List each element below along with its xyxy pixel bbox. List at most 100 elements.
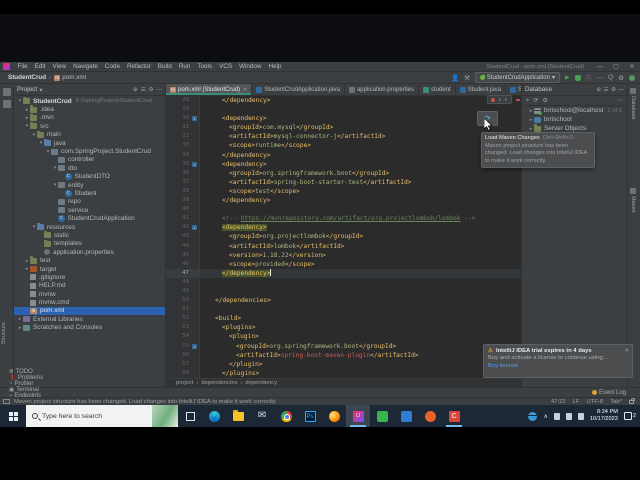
close-icon[interactable]: ✕ [624, 63, 640, 70]
code-line[interactable]: 52<build> [166, 314, 521, 323]
buy-license-link[interactable]: Buy license [488, 363, 628, 369]
close-tab-icon[interactable]: ✕ [243, 87, 247, 93]
tree-row[interactable]: ▾StudentCrudE:\SpringProject\StudentCrud [14, 97, 166, 105]
tool-window-switcher-icon[interactable] [3, 399, 10, 404]
maven-download-icon[interactable]: ↓ [192, 225, 197, 230]
search-everywhere-icon[interactable]: Q [608, 74, 613, 81]
code-line[interactable]: 30↓<dependency> [166, 114, 521, 123]
build-hammer-icon[interactable]: ⚒ [464, 74, 470, 82]
code-line[interactable]: 45<version>1.18.22</version> [166, 251, 521, 260]
more-actions-icon[interactable]: ⋯ [597, 74, 604, 82]
network-icon[interactable] [528, 412, 537, 421]
mail-taskbar-button[interactable]: ✉ [250, 405, 274, 427]
editor-tab[interactable]: Student.java [456, 84, 506, 95]
code-line[interactable]: 49 [166, 287, 521, 296]
settings-gear-icon[interactable]: ⚙ [618, 74, 624, 82]
hide-panel-icon[interactable]: — [157, 87, 163, 93]
code-line[interactable]: 57</plugin> [166, 360, 521, 369]
project-panel-title[interactable]: Project [17, 86, 37, 93]
code-viewport[interactable]: 28</dependency>2930↓<dependency>31<group… [166, 96, 521, 378]
panel-settings-icon[interactable]: ⚙ [611, 87, 616, 93]
tree-row[interactable]: CStudentDTO [14, 173, 166, 181]
run-configuration-select[interactable]: StudentCrudApplication ▾ [475, 72, 560, 83]
tree-row[interactable]: ▾entity [14, 181, 166, 189]
error-stripe-mark[interactable] [516, 99, 520, 101]
caret-position[interactable]: 47:22 [551, 399, 566, 405]
editor-breadcrumb-item[interactable]: dependency [245, 380, 277, 386]
tree-row[interactable]: mvnw.cmd [14, 298, 166, 306]
chevron-down-icon[interactable]: ▾ [39, 86, 42, 94]
edge-taskbar-button[interactable] [202, 405, 226, 427]
code-line[interactable]: 55↓<groupId>org.springframework.boot</gr… [166, 342, 521, 351]
run-button[interactable]: ▶ [565, 74, 570, 81]
tree-row[interactable]: ▸target [14, 265, 166, 273]
minimize-icon[interactable]: — [592, 64, 608, 70]
code-line[interactable]: 58</plugins> [166, 369, 521, 378]
menu-item-window[interactable]: Window [236, 63, 265, 70]
bookmarks-tool-icon[interactable] [3, 100, 11, 108]
maven-download-icon[interactable]: ↓ [192, 162, 197, 167]
file-explorer-taskbar-button[interactable] [226, 405, 250, 427]
code-line[interactable]: 53<plugins> [166, 323, 521, 332]
tree-row[interactable]: HELP.md [14, 282, 166, 290]
tree-row[interactable]: ▾src [14, 122, 166, 130]
code-line[interactable]: 31<groupId>com.mysql</groupId> [166, 123, 521, 132]
breadcrumb-project[interactable]: StudentCrud [8, 74, 46, 81]
collapse-all-icon[interactable]: ☰ [141, 87, 146, 93]
tree-row[interactable]: mvnw [14, 290, 166, 298]
code-line[interactable]: 32<artifactId>mysql-connector-j</artifac… [166, 132, 521, 141]
menu-item-navigate[interactable]: Navigate [70, 63, 102, 70]
maximize-icon[interactable]: ▢ [608, 63, 624, 70]
editor-breadcrumb-item[interactable]: dependencies [201, 380, 237, 386]
next-problem-icon[interactable]: ∨ [504, 97, 507, 103]
db-tree-row[interactable]: ▸brrischool@localhost1 of 1 [522, 106, 627, 115]
database-panel-title[interactable]: Database [525, 86, 552, 93]
tree-row[interactable]: ▾resources [14, 223, 166, 231]
editor-tab[interactable]: Student [506, 84, 521, 95]
close-notification-icon[interactable]: ✕ [625, 348, 629, 354]
debug-button[interactable] [575, 75, 581, 81]
microphone-tray-icon[interactable] [566, 413, 572, 420]
readonly-lock-icon[interactable] [629, 400, 634, 404]
tree-row[interactable]: ▸.mvn [14, 114, 166, 122]
menu-item-help[interactable]: Help [265, 63, 285, 70]
editor-tab[interactable]: StudentCrudApplication.java [252, 84, 345, 95]
tree-row[interactable]: mpom.xml [14, 307, 166, 315]
maven-download-icon[interactable]: ↓ [192, 344, 197, 349]
orange-app-taskbar-button[interactable] [418, 405, 442, 427]
tree-row[interactable]: CStudentCrudApplication [14, 214, 166, 222]
tree-row[interactable]: service [14, 206, 166, 214]
menu-item-refactor[interactable]: Refactor [123, 63, 154, 70]
taskbar-clock[interactable]: 8:24 PM 10/17/2023 [590, 409, 618, 424]
tree-row[interactable]: ▸Scratches and Consoles [14, 324, 166, 332]
tree-row[interactable]: ▾main [14, 131, 166, 139]
code-line[interactable]: 39</dependency> [166, 196, 521, 205]
line-ending[interactable]: LF [573, 399, 580, 405]
green-app-taskbar-button[interactable] [370, 405, 394, 427]
code-line[interactable]: 36<groupId>org.springframework.boot</gro… [166, 169, 521, 178]
task-view-button[interactable] [178, 405, 202, 427]
editor-tab[interactable]: application.properties [345, 84, 419, 95]
code-line[interactable]: 38<scope>test</scope> [166, 187, 521, 196]
panel-settings-icon[interactable]: ⚙ [149, 87, 154, 93]
code-line[interactable]: 40 [166, 205, 521, 214]
tree-row[interactable]: ▾com.SpringProject.StudentCrud [14, 147, 166, 155]
notification-center-button[interactable]: 2 [624, 412, 636, 420]
code-line[interactable]: 56<artifactId>spring-boot-maven-plugin</… [166, 351, 521, 360]
code-line[interactable]: 44<artifactId>lombok</artifactId> [166, 242, 521, 251]
data-source-settings-icon[interactable]: ⚙ [543, 97, 548, 104]
user-account-icon[interactable]: 👤 [451, 74, 459, 82]
inspections-widget[interactable]: ∧ ∨ [487, 95, 512, 104]
chrome-taskbar-button[interactable] [274, 405, 298, 427]
code-line[interactable]: 42↓<dependency> [166, 223, 521, 232]
code-line[interactable]: 46<scope>provided</scope> [166, 260, 521, 269]
menu-item-vcs[interactable]: VCS [216, 63, 236, 70]
tree-row[interactable]: templates [14, 240, 166, 248]
locate-file-icon[interactable]: ⊕ [133, 87, 138, 93]
tree-row[interactable]: .gitignore [14, 273, 166, 281]
tree-row[interactable]: application.properties [14, 248, 166, 256]
collapse-all-icon[interactable]: ☰ [604, 87, 609, 93]
tree-row[interactable]: ▸test [14, 256, 166, 264]
menu-item-edit[interactable]: Edit [31, 63, 49, 70]
red-c-app-taskbar-button[interactable]: C [442, 405, 466, 427]
